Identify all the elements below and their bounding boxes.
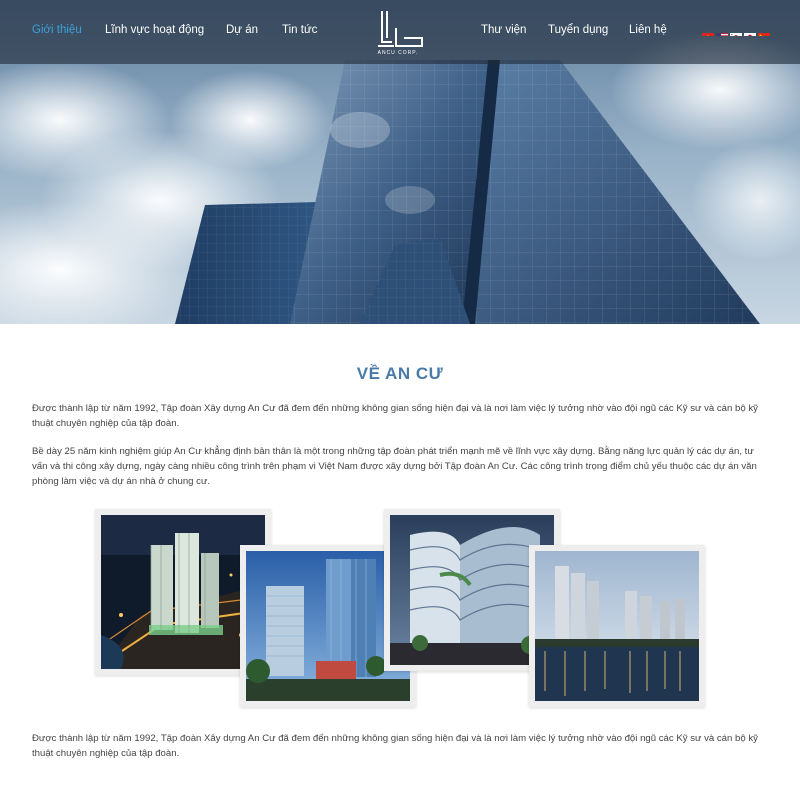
nav-item-about[interactable]: Giới thiệu xyxy=(32,24,82,36)
japan-flag-icon[interactable] xyxy=(744,28,756,36)
nav-item-fields[interactable]: Lĩnh vực hoạt động xyxy=(105,24,204,36)
hero-banner: Giới thiệu Lĩnh vực hoạt động Dự án Tin … xyxy=(0,0,800,324)
top-navigation: Giới thiệu Lĩnh vực hoạt động Dự án Tin … xyxy=(0,0,800,64)
nav-item-contact[interactable]: Liên hệ xyxy=(629,24,667,36)
vietnam-flag-icon[interactable] xyxy=(702,28,714,36)
nav-item-news[interactable]: Tin tức xyxy=(282,24,317,36)
section-title: VỀ AN CƯ xyxy=(356,364,444,383)
experience-paragraph: Bề dày 25 năm kinh nghiệm giúp An Cư khẳ… xyxy=(32,446,757,487)
language-switcher xyxy=(702,28,770,36)
logo-text: ANCU CORP. xyxy=(377,50,419,56)
intro-paragraph: Được thành lập từ năm 1992, Tập đoàn Xây… xyxy=(32,403,758,429)
china-flag-icon[interactable] xyxy=(758,28,770,36)
korea-flag-icon[interactable] xyxy=(730,28,742,36)
closing-paragraph: Được thành lập từ năm 1992, Tập đoàn Xây… xyxy=(32,733,758,759)
nav-item-projects[interactable]: Dự án xyxy=(226,24,258,36)
nav-item-careers[interactable]: Tuyển dụng xyxy=(548,24,608,36)
nav-item-library[interactable]: Thư viện xyxy=(481,24,526,36)
waterfront-skyline-photo xyxy=(535,551,699,701)
usa-flag-icon[interactable] xyxy=(716,28,728,36)
gallery-photo-4[interactable] xyxy=(529,545,705,707)
ancu-logo[interactable]: ANCU CORP. xyxy=(370,8,430,60)
ancu-logo-icon xyxy=(378,11,423,47)
